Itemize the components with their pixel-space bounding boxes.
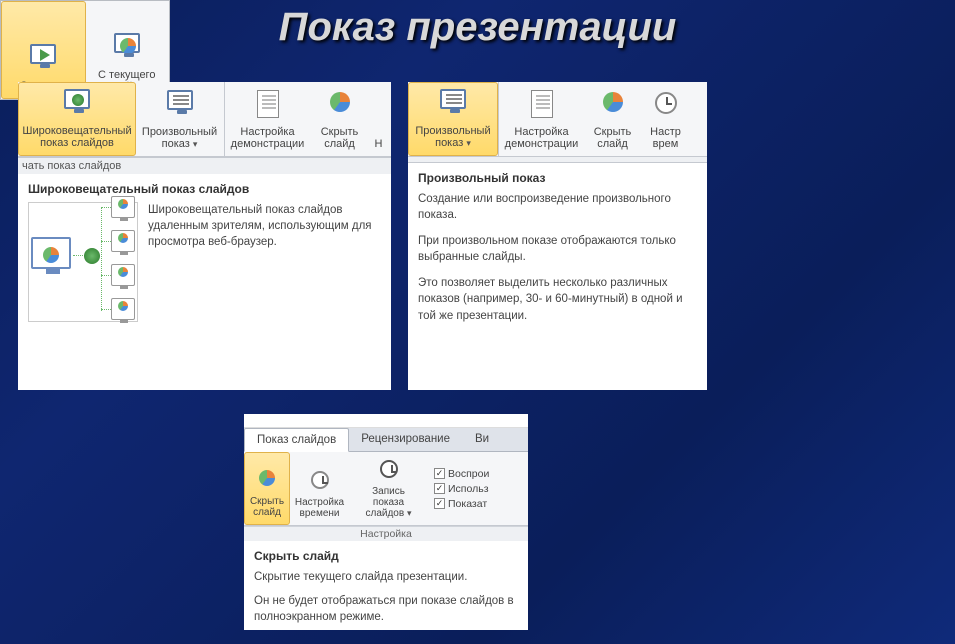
button-label: Настр врем [647,126,684,150]
slide-title: Показ презентации [279,5,677,50]
tooltip-text: Он не будет отображаться при показе слай… [254,593,518,625]
tooltip-text: Создание или воспроизведение произвольно… [418,191,697,223]
broadcast-slideshow-button[interactable]: Широковещательный показ слайдов [18,82,136,156]
button-label: Настройка времени [295,497,344,519]
tooltip: Скрыть слайд Скрытие текущего слайда пре… [244,541,528,633]
setup-slideshow-button[interactable]: Настройка демонстрации [225,82,311,156]
clock-icon [308,469,332,493]
checkbox-group: ✓Воспрои ✓Использ ✓Показат [428,452,489,525]
tooltip: Широковещательный показ слайдов Широкове… [18,174,391,330]
play-from-current-icon [111,33,143,65]
hide-slide-icon [597,90,629,122]
custom-show-icon [164,90,196,122]
setup-icon [526,90,558,122]
hide-slide-button[interactable]: Скрыть слайд [311,82,369,156]
broadcast-diagram [28,202,138,322]
button-label: Широковещательный показ слайдов [22,125,131,149]
ribbon-row: Произвольный показ ▾ Настройка демонстра… [408,82,707,157]
tab-slideshow[interactable]: Показ слайдов [244,428,349,452]
custom-show-icon [437,89,469,121]
chevron-down-icon: ▾ [193,139,198,149]
broadcast-icon [61,89,93,121]
hide-slide-icon [324,90,356,122]
tooltip-text: При произвольном показе отображаются тол… [418,233,697,265]
tooltip-text: Это позволяет выделить несколько различн… [418,275,697,323]
hide-slide-button[interactable]: Скрыть слайд [244,452,290,525]
custom-show-button[interactable]: Произвольный показ ▾ [136,82,224,156]
ribbon-row: Скрыть слайд Настройка времени Запись по… [244,452,528,526]
tooltip: Произвольный показ Создание или воспроиз… [408,163,707,332]
tooltip-title: Произвольный показ [418,171,697,185]
tooltip-text: Скрытие текущего слайда презентации. [254,569,518,585]
record-icon [377,458,401,482]
button-label: Настройка демонстрации [505,126,579,150]
chevron-down-icon: ▾ [466,138,471,148]
ribbon-row: Широковещательный показ слайдов Произвол… [18,82,391,157]
tooltip-text: Широковещательный показ слайдов удаленны… [148,202,381,322]
button-label: Произвольный показ ▾ [142,126,217,150]
hide-slide-icon [255,468,279,492]
button-label: Настройка демонстрации [231,126,305,150]
setup-icon [252,90,284,122]
button-label: Скрыть слайд [250,496,284,518]
ribbon-group-label: чать показ слайдов [18,157,391,174]
rehearse-timings-button[interactable]: Настройка времени [290,452,350,525]
hide-slide-button[interactable]: Скрыть слайд [585,82,641,156]
custom-show-tooltip-panel: Произвольный показ ▾ Настройка демонстра… [408,82,707,390]
rehearse-timings-button[interactable]: Настр врем [641,82,691,156]
checkbox-use-timings[interactable]: ✓Использ [434,483,489,495]
hide-slide-tooltip-panel: ​ Показ слайдов Рецензирование Ви Скрыть… [244,414,528,630]
custom-show-button[interactable]: Произвольный показ ▾ [408,82,498,156]
tab-review[interactable]: Рецензирование [349,428,463,451]
chevron-down-icon: ▾ [407,508,412,518]
button-label: Запись показа слайдов ▾ [356,486,421,519]
title-fragment: ​ [244,414,528,428]
setup-slideshow-button[interactable]: Настройка демонстрации [499,82,585,156]
play-from-start-icon [27,44,59,76]
tooltip-title: Скрыть слайд [254,549,518,563]
checkbox-play-narrations[interactable]: ✓Воспрои [434,468,489,480]
button-label: Скрыть слайд [317,126,362,150]
button-label: Скрыть слайд [591,126,634,150]
broadcast-tooltip-panel: Широковещательный показ слайдов Произвол… [18,82,391,390]
record-slideshow-button[interactable]: Запись показа слайдов ▾ [350,452,428,525]
clock-icon [650,90,682,122]
partial-button[interactable]: Н [369,82,389,156]
tab-view[interactable]: Ви [463,428,502,451]
button-label: Произвольный показ ▾ [415,125,491,149]
ribbon-group-label: Настройка [244,526,528,541]
checkbox-show-controls[interactable]: ✓Показат [434,498,489,510]
button-label: Н [375,138,383,150]
partial-icon [375,102,407,134]
ribbon-tabs: Показ слайдов Рецензирование Ви [244,428,528,452]
